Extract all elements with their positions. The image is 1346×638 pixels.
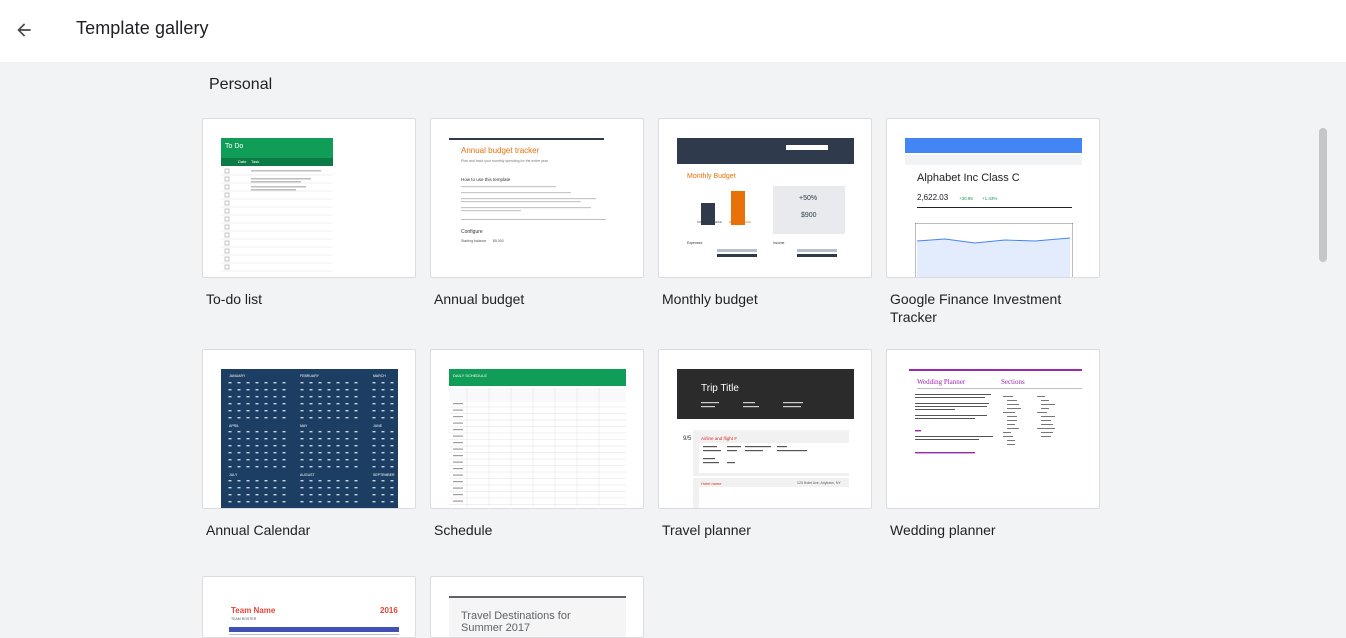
template-label-todo[interactable]: To-do list: [206, 290, 406, 308]
template-label-travel-planner[interactable]: Travel planner: [662, 521, 862, 539]
template-card-annual-calendar[interactable]: JANUARY FEBRUARY MARCH APRIL MAY JUNE JU…: [202, 349, 416, 509]
travel-title: Trip Title: [701, 383, 739, 394]
wedding-title: Wedding Planner: [917, 378, 966, 386]
template-label-schedule[interactable]: Schedule: [434, 521, 634, 539]
template-card-annual-budget[interactable]: Annual budget tracker Plan and track you…: [430, 118, 644, 278]
finance-line-chart: [915, 223, 1073, 277]
monthly-budget-title: Monthly Budget: [687, 173, 736, 180]
template-card-monthly-budget[interactable]: Monthly Budget STARTING BALANCE ENDING B…: [658, 118, 872, 278]
scrollbar-thumb[interactable]: [1319, 128, 1327, 262]
template-card-travel-planner[interactable]: Trip Title 9/5 Airline and flight # Hote…: [658, 349, 872, 509]
template-label-annual-calendar[interactable]: Annual Calendar: [206, 521, 406, 539]
template-card-team-roster[interactable]: Team Name 2016 TEAM ROSTER: [202, 576, 416, 638]
calendar-day-grid: [227, 382, 397, 508]
arrow-back-icon: [14, 20, 34, 40]
template-card-todo[interactable]: To Do Date Task: [202, 118, 416, 278]
template-label-annual-budget[interactable]: Annual budget: [434, 290, 634, 308]
finance-company: Alphabet Inc Class C: [917, 172, 1020, 184]
page-title: Template gallery: [76, 18, 209, 38]
template-label-wedding-planner[interactable]: Wedding planner: [890, 521, 1090, 539]
team-title: Team Name: [231, 606, 276, 615]
template-label-finance-tracker[interactable]: Google Finance Investment Tracker: [890, 290, 1090, 326]
template-card-wedding-planner[interactable]: Wedding Planner Sections: [886, 349, 1100, 509]
back-button[interactable]: [8, 14, 40, 46]
annual-budget-title: Annual budget tracker: [461, 146, 540, 155]
todo-list-lines: [221, 168, 333, 272]
schedule-grid: [449, 388, 626, 506]
top-bar: Template gallery: [0, 0, 1346, 62]
todo-title: To Do: [225, 143, 244, 150]
template-card-schedule[interactable]: DAILY SCHEDULE: [430, 349, 644, 509]
travel-destinations-title: Travel Destinations for Summer 2017: [461, 610, 571, 634]
template-card-finance-tracker[interactable]: Alphabet Inc Class C 2,622.03 +30.95 +1.…: [886, 118, 1100, 278]
template-label-monthly-budget[interactable]: Monthly budget: [662, 290, 862, 308]
section-title-personal: Personal: [209, 76, 273, 93]
template-card-travel-destinations[interactable]: Travel Destinations for Summer 2017: [430, 576, 644, 638]
